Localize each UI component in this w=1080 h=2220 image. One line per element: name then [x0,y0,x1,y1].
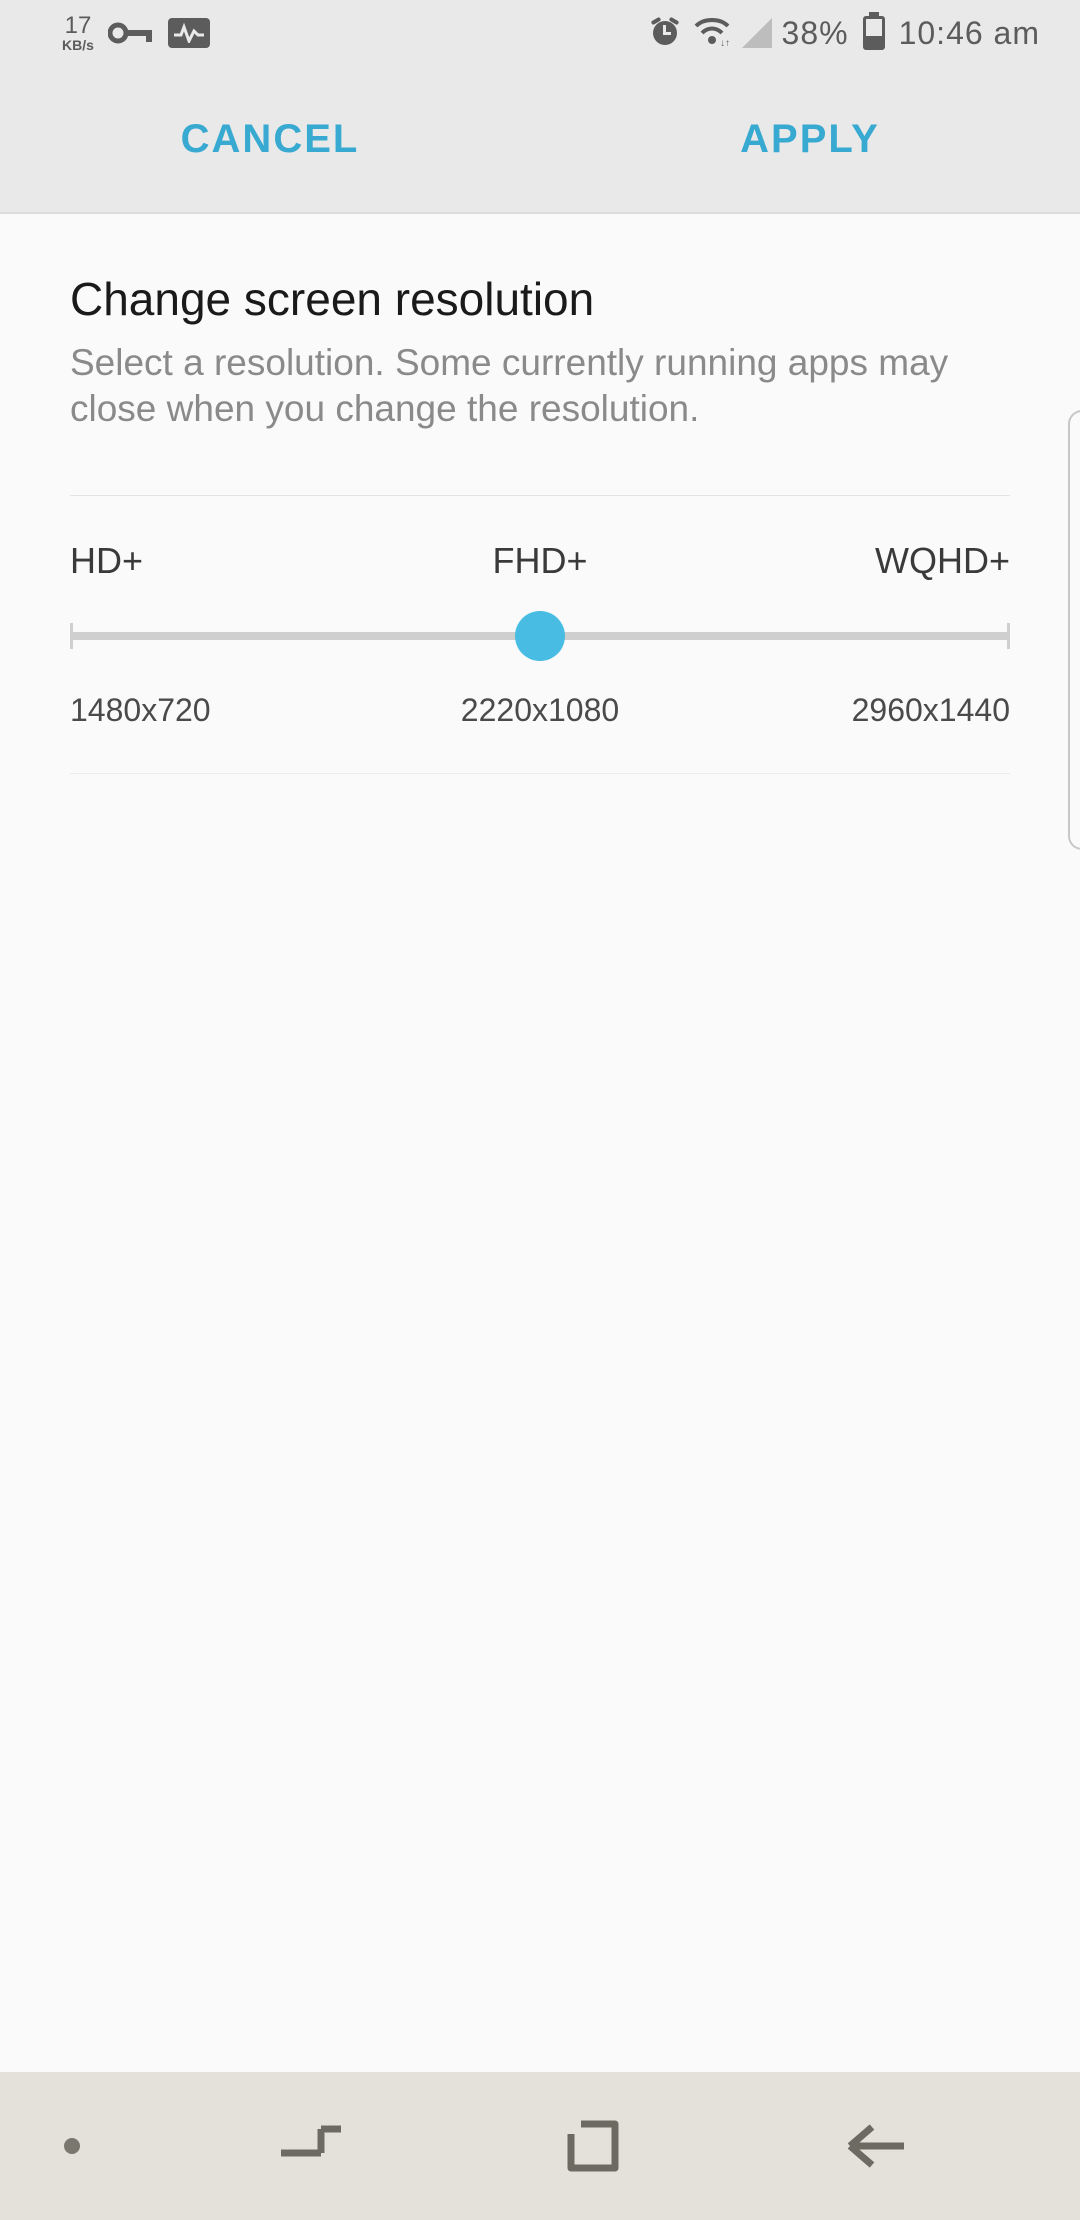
cell-signal-icon [742,18,772,48]
option-value-fhd: 2220x1080 [383,692,696,729]
option-label-wqhd: WQHD+ [697,540,1010,582]
option-label-fhd: FHD+ [383,540,696,582]
divider [70,773,1010,774]
vpn-key-icon [108,21,154,45]
slider-tick-3 [1007,623,1010,649]
option-value-wqhd: 2960x1440 [697,692,1010,729]
action-bar: CANCEL APPLY [0,66,1080,214]
nav-dot [64,2138,80,2154]
resolution-slider-section: HD+ FHD+ WQHD+ 1480x720 2220x1080 2960x1… [70,496,1010,773]
battery-percent: 38% [782,15,849,52]
page-description: Select a resolution. Some currently runn… [70,340,1010,433]
back-arrow-icon [842,2121,908,2171]
resolution-values: 1480x720 2220x1080 2960x1440 [70,692,1010,729]
svg-text:↓↑: ↓↑ [720,38,730,46]
apply-button[interactable]: APPLY [540,66,1080,212]
home-icon [565,2118,621,2174]
status-right: ↓↑ 38% 10:46 am [648,14,1040,53]
content: Change screen resolution Select a resolu… [0,214,1080,774]
home-button[interactable] [452,2118,734,2174]
battery-icon [863,16,885,50]
activity-icon [168,18,210,48]
resolution-slider[interactable] [70,604,1010,668]
status-bar: 17 KB/s [0,0,1080,66]
alarm-icon [648,14,682,53]
slider-tick-1 [70,623,73,649]
recents-icon [275,2123,347,2169]
scroll-hint [1068,410,1080,850]
netspeed-indicator: 17 KB/s [62,14,94,52]
option-label-hd: HD+ [70,540,383,582]
page-title: Change screen resolution [70,272,1010,326]
recents-button[interactable] [170,2123,452,2169]
navigation-bar [0,2072,1080,2220]
option-value-hd: 1480x720 [70,692,383,729]
wifi-icon: ↓↑ [692,16,732,51]
resolution-labels: HD+ FHD+ WQHD+ [70,540,1010,582]
netspeed-value: 17 [65,14,92,38]
back-button[interactable] [734,2121,1016,2171]
slider-thumb[interactable] [515,611,565,661]
netspeed-unit: KB/s [62,38,94,52]
status-left: 17 KB/s [62,14,210,52]
clock: 10:46 am [899,15,1040,52]
cancel-button[interactable]: CANCEL [0,66,540,212]
